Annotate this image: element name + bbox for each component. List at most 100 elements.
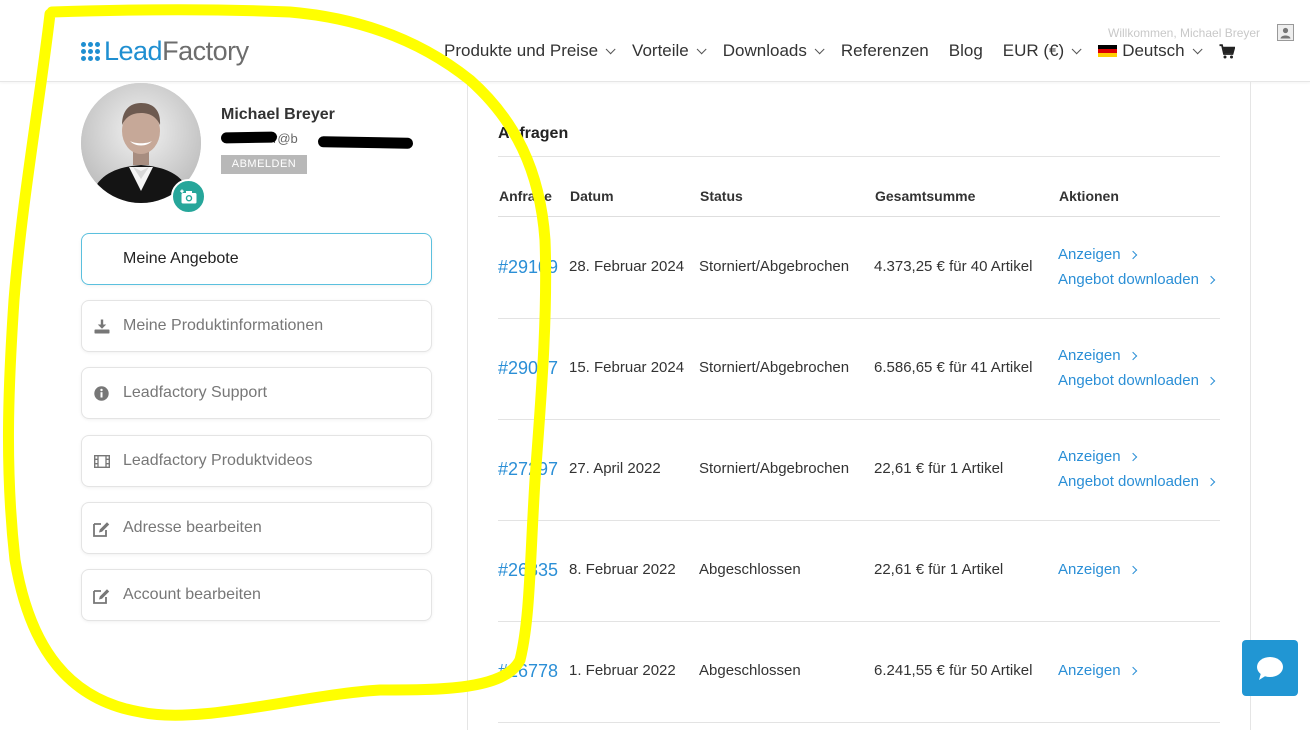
download-offer-label: Angebot downloaden [1058,473,1199,490]
sidebar-item-label: Adresse bearbeiten [123,519,262,536]
nav-downloads[interactable]: Downloads [722,41,825,61]
edit-icon [93,520,110,537]
email-redaction-mark [317,136,414,149]
chevron-right-icon [1128,351,1137,360]
sidebar-item-produktinformationen[interactable]: Meine Produktinformationen [81,300,432,352]
sidebar-item-label: Account bearbeiten [123,586,261,603]
sidebar-item-label: Meine Angebote [123,250,239,267]
chevron-down-icon [1071,43,1082,54]
view-link[interactable]: Anzeigen [1058,662,1137,679]
view-link-label: Anzeigen [1058,246,1121,263]
table-row: #27297 27. April 2022 Storniert/Abgebroc… [498,420,1220,521]
nav-vorteile[interactable]: Vorteile [632,41,707,61]
sidebar-item-label: Leadfactory Support [123,384,268,401]
logo-text-lead: Lead [104,36,163,66]
sidebar-item-account-bearbeiten[interactable]: Account bearbeiten [81,569,432,621]
sidebar-item-label: Leadfactory Produktvideos [123,452,313,469]
logo-dots-icon [81,41,100,61]
sidebar-item-support[interactable]: Leadfactory Support [81,367,432,419]
view-link-label: Anzeigen [1058,347,1121,364]
column-header-gesamtsumme: Gesamtsumme [875,188,976,204]
column-header-aktionen: Aktionen [1059,188,1119,204]
download-offer-label: Angebot downloaden [1058,271,1199,288]
nav-label: Downloads [722,41,807,60]
nav-blog[interactable]: Blog [949,41,983,61]
order-date: 1. Februar 2022 [569,662,676,679]
content-divider [1250,82,1251,730]
view-link[interactable]: Anzeigen [1058,561,1137,578]
column-header-status: Status [700,188,743,204]
table-row: #29109 28. Februar 2024 Storniert/Abgebr… [498,218,1220,319]
order-date: 8. Februar 2022 [569,561,676,578]
order-total: 6.241,55 € für 50 Artikel [874,662,1033,679]
germany-flag-icon [1098,44,1118,58]
download-icon [93,318,110,335]
page-title: Anfragen [498,125,569,142]
title-divider [498,156,1220,157]
content-divider [467,82,468,730]
column-header-anfrage: Anfrage [499,188,552,204]
view-link-label: Anzeigen [1058,448,1121,465]
film-icon [93,453,110,470]
order-status: Storniert/Abgebrochen [699,359,850,376]
chat-bubble-icon[interactable] [1242,640,1298,696]
main-navigation: Produkte und Preise Vorteile Downloads R… [444,38,1255,64]
order-id-link[interactable]: #29109 [498,257,558,278]
view-link[interactable]: Anzeigen [1058,347,1137,364]
order-status: Abgeschlossen [699,662,801,679]
logout-button[interactable]: ABMELDEN [221,155,307,174]
nav-produkte-und-preise[interactable]: Produkte und Preise [444,41,616,61]
order-total: 22,61 € für 1 Artikel [874,561,1004,578]
download-offer-link[interactable]: Angebot downloaden [1058,372,1216,389]
order-total: 4.373,25 € für 40 Artikel [874,258,1033,275]
nav-referenzen[interactable]: Referenzen [841,41,929,61]
user-avatar-icon[interactable] [1277,24,1294,41]
download-offer-label: Angebot downloaden [1058,372,1199,389]
chevron-right-icon [1128,250,1137,259]
order-total: 6.586,65 € für 41 Artikel [874,359,1033,376]
view-link-label: Anzeigen [1058,662,1121,679]
table-row: #26778 1. Februar 2022 Abgeschlossen 6.2… [498,622,1220,723]
chevron-right-icon [1206,275,1216,284]
currency-selector[interactable]: EUR (€) [1003,41,1082,61]
order-date: 27. April 2022 [569,460,661,477]
sidebar-item-meine-angebote[interactable]: Meine Angebote [81,233,432,285]
nav-label: Vorteile [632,41,689,60]
chevron-right-icon [1128,565,1137,574]
chevron-down-icon [605,43,616,54]
chevron-right-icon [1128,452,1137,461]
sidebar-item-adresse-bearbeiten[interactable]: Adresse bearbeiten [81,502,432,554]
table-row: #26835 8. Februar 2022 Abgeschlossen 22,… [498,521,1220,622]
order-date: 15. Februar 2024 [569,359,685,376]
nav-label: Referenzen [840,41,929,60]
cart-icon[interactable] [1219,43,1235,59]
leadfactory-logo[interactable]: LeadFactory [81,36,249,66]
view-link-label: Anzeigen [1058,561,1121,578]
order-id-link[interactable]: #27297 [498,459,558,480]
email-redaction-mark [220,131,278,144]
download-offer-link[interactable]: Angebot downloaden [1058,473,1216,490]
logo-text-factory: Factory [162,36,249,66]
edit-icon [93,587,110,604]
order-id-link[interactable]: #26778 [498,661,558,682]
view-link[interactable]: Anzeigen [1058,246,1137,263]
nav-label: Produkte und Preise [444,41,599,60]
camera-plus-icon[interactable] [171,179,206,214]
order-id-link[interactable]: #29047 [498,358,558,379]
nav-label: Deutsch [1122,41,1185,60]
order-total: 22,61 € für 1 Artikel [874,460,1004,477]
site-header: LeadFactory Willkommen, Michael Breyer P… [0,0,1310,82]
order-id-link[interactable]: #26835 [498,560,558,581]
sidebar-item-label: Meine Produktinformationen [123,317,324,334]
sidebar-item-produktvideos[interactable]: Leadfactory Produktvideos [81,435,432,487]
order-status: Abgeschlossen [699,561,801,578]
view-link[interactable]: Anzeigen [1058,448,1137,465]
info-icon [93,385,110,402]
chevron-right-icon [1128,666,1137,675]
nav-label: Blog [948,41,983,60]
order-date: 28. Februar 2024 [569,258,685,275]
language-selector[interactable]: Deutsch [1098,41,1203,61]
order-status: Storniert/Abgebrochen [699,258,850,275]
download-offer-link[interactable]: Angebot downloaden [1058,271,1216,288]
header-divider [498,216,1220,217]
